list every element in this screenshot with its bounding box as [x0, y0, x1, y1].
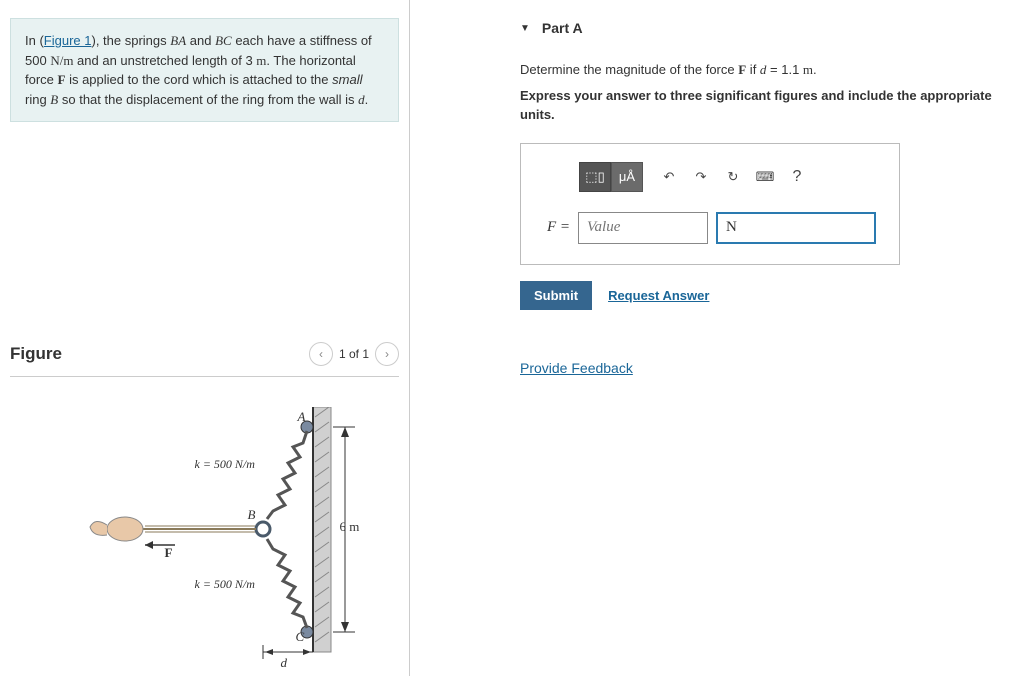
figure-next-button[interactable]: ›	[375, 342, 399, 366]
units: m	[256, 53, 266, 68]
answer-toolbar: ⬚▯ μÅ ↶ ↷ ↻ ⌨ ?	[579, 162, 883, 192]
var-F: F	[738, 62, 746, 77]
submit-row: Submit Request Answer	[520, 281, 1004, 310]
answer-input-row: F =	[547, 212, 883, 244]
part-a-header[interactable]: ▼ Part A	[430, 10, 1004, 50]
figure-title: Figure	[10, 344, 62, 364]
text: ring	[25, 92, 50, 107]
label-k2: k = 500 N/m	[195, 577, 255, 592]
label-F: F	[165, 545, 173, 561]
label-B: B	[248, 507, 256, 523]
text: if	[746, 62, 760, 77]
units: N/m	[50, 53, 73, 68]
keyboard-button[interactable]: ⌨	[749, 162, 781, 192]
var-BC: BC	[215, 33, 232, 48]
answer-box: ⬚▯ μÅ ↶ ↷ ↻ ⌨ ? F =	[520, 143, 900, 265]
figure-prev-button[interactable]: ‹	[309, 342, 333, 366]
label-k1: k = 500 N/m	[195, 457, 255, 472]
templates-button[interactable]: ⬚▯	[579, 162, 611, 192]
label-A: A	[298, 409, 306, 425]
text: = 1.1	[766, 62, 803, 77]
redo-button[interactable]: ↷	[685, 162, 717, 192]
help-button[interactable]: ?	[781, 162, 813, 192]
unit-input[interactable]	[716, 212, 876, 244]
label-d: d	[281, 655, 288, 671]
part-a-title: Part A	[542, 20, 583, 36]
right-panel: ▼ Part A Determine the magnitude of the …	[410, 0, 1024, 676]
figure-body: A B C F k = 500 N/m k = 500 N/m 6 m d	[10, 407, 399, 657]
figure-section: Figure ‹ 1 of 1 ›	[10, 342, 399, 657]
text: In (	[25, 33, 44, 48]
text: is applied to the cord which is attached…	[65, 72, 332, 87]
left-panel: In (Figure 1), the springs BA and BC eac…	[0, 0, 410, 676]
reset-button[interactable]: ↻	[717, 162, 749, 192]
figure-counter: 1 of 1	[339, 347, 369, 361]
figure-header: Figure ‹ 1 of 1 ›	[10, 342, 399, 377]
question-text: Determine the magnitude of the force F i…	[520, 60, 1004, 80]
text: and an unstretched length of 3	[73, 53, 256, 68]
text: .	[813, 62, 817, 77]
label-C: C	[296, 629, 305, 645]
collapse-icon: ▼	[520, 23, 530, 34]
var-BA: BA	[170, 33, 186, 48]
figure-nav: ‹ 1 of 1 ›	[309, 342, 399, 366]
input-label-F: F =	[547, 219, 570, 236]
special-chars-button[interactable]: μÅ	[611, 162, 643, 192]
text: ), the springs	[92, 33, 171, 48]
value-input[interactable]	[578, 212, 708, 244]
text: and	[186, 33, 215, 48]
text: .	[365, 92, 369, 107]
diagram: A B C F k = 500 N/m k = 500 N/m 6 m d	[45, 407, 365, 657]
undo-button[interactable]: ↶	[653, 162, 685, 192]
text: Determine the magnitude of the force	[520, 62, 738, 77]
label-6m: 6 m	[340, 519, 360, 535]
text: so that the displacement of the ring fro…	[58, 92, 358, 107]
text-italic: small	[332, 72, 362, 87]
answer-instruction: Express your answer to three significant…	[520, 86, 1004, 125]
submit-button[interactable]: Submit	[520, 281, 592, 310]
part-a-content: Determine the magnitude of the force F i…	[430, 50, 1004, 376]
request-answer-link[interactable]: Request Answer	[608, 288, 709, 303]
provide-feedback-link[interactable]: Provide Feedback	[520, 360, 1004, 376]
unit: m	[803, 62, 813, 77]
figure-link[interactable]: Figure 1	[44, 33, 92, 48]
problem-statement: In (Figure 1), the springs BA and BC eac…	[10, 18, 399, 122]
